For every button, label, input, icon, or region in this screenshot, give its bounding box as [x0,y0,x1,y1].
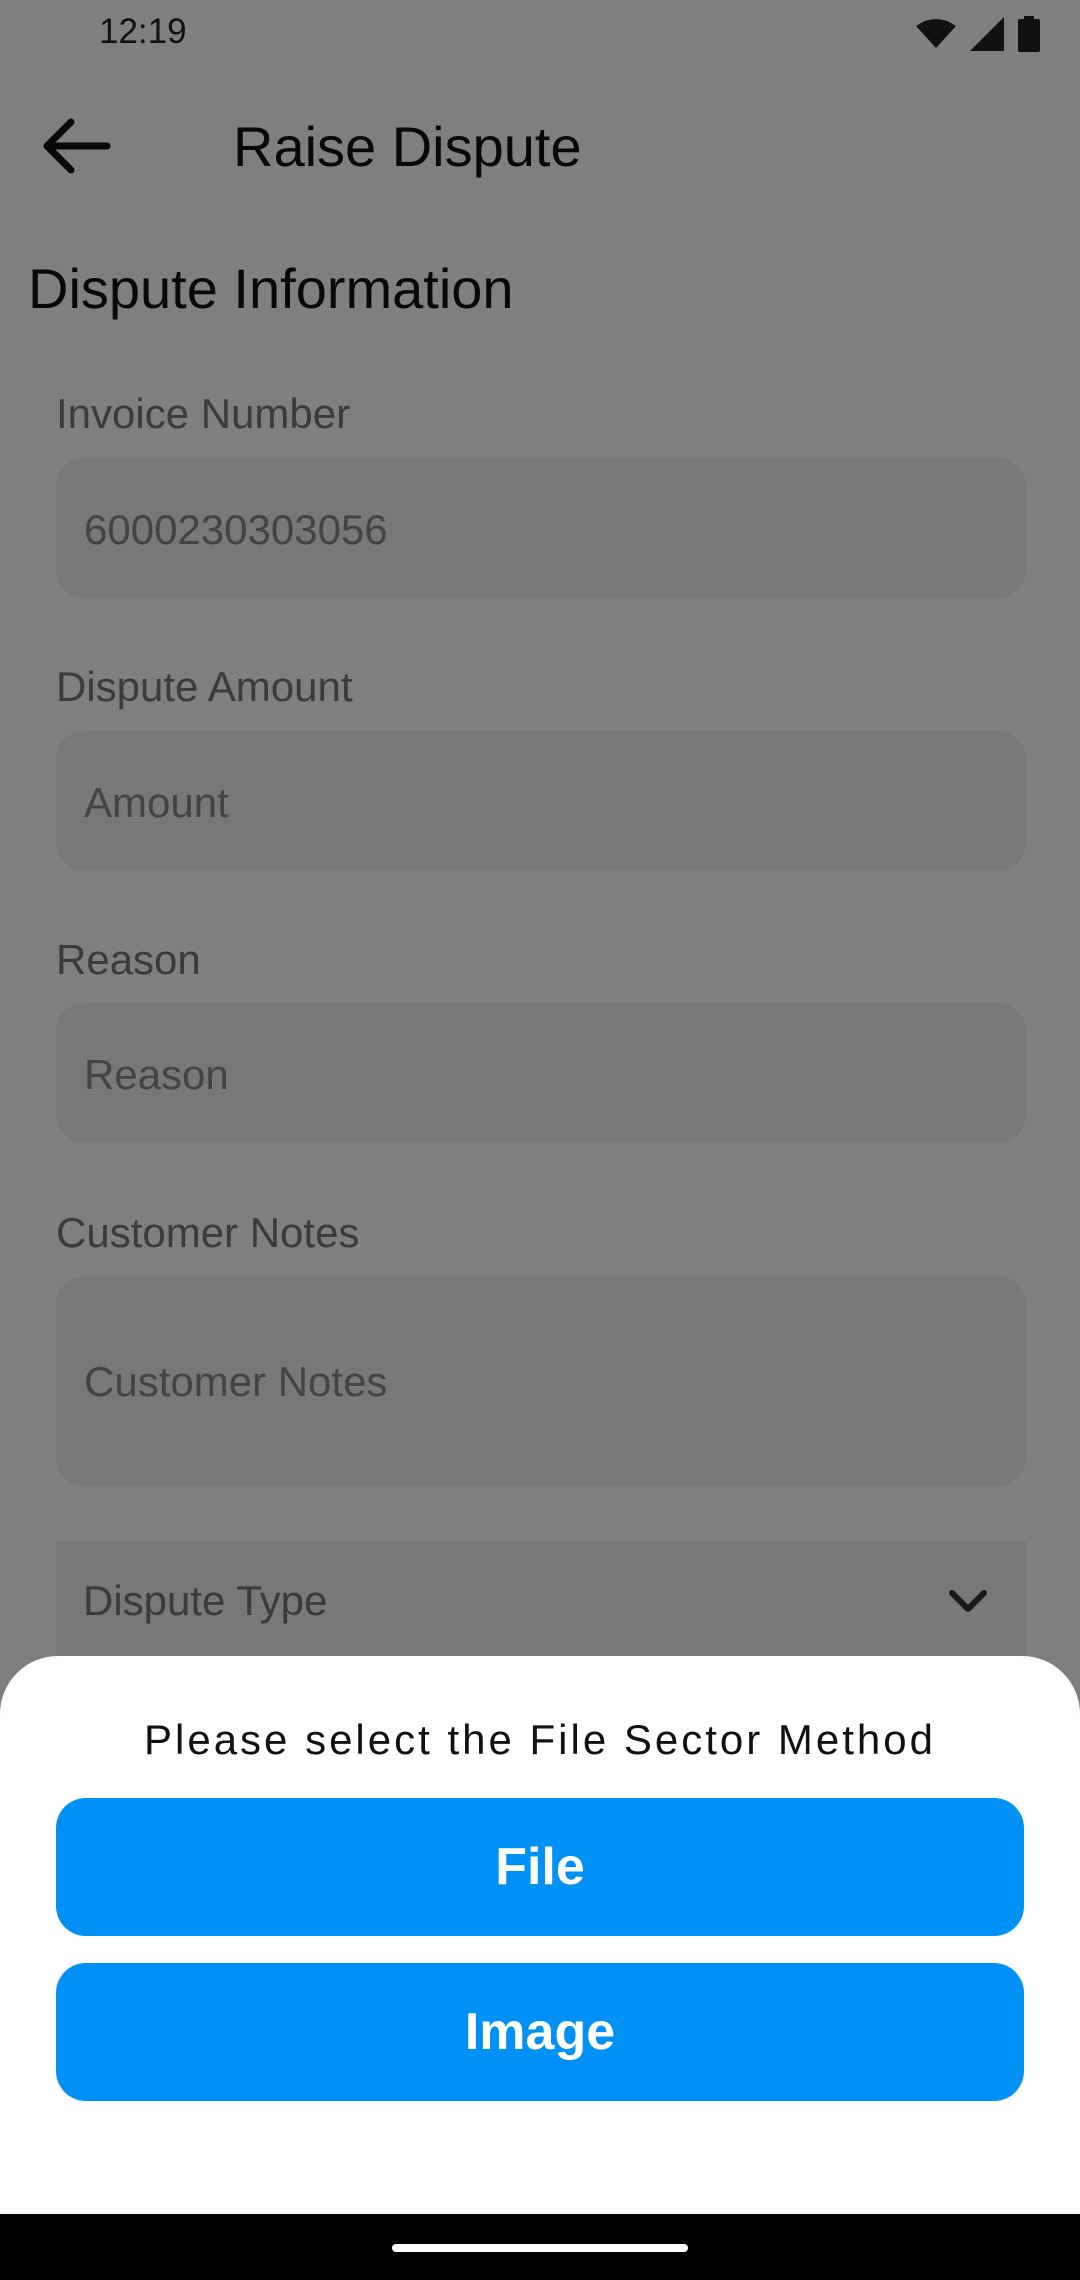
navigation-bar [0,2214,1080,2280]
file-selector-bottom-sheet: Please select the File Sector Method Fil… [0,1656,1080,2216]
home-gesture-handle[interactable] [392,2244,688,2252]
sheet-title: Please select the File Sector Method [143,1716,937,1763]
file-button[interactable]: File [56,1798,1024,1936]
image-button[interactable]: Image [56,1963,1024,2101]
